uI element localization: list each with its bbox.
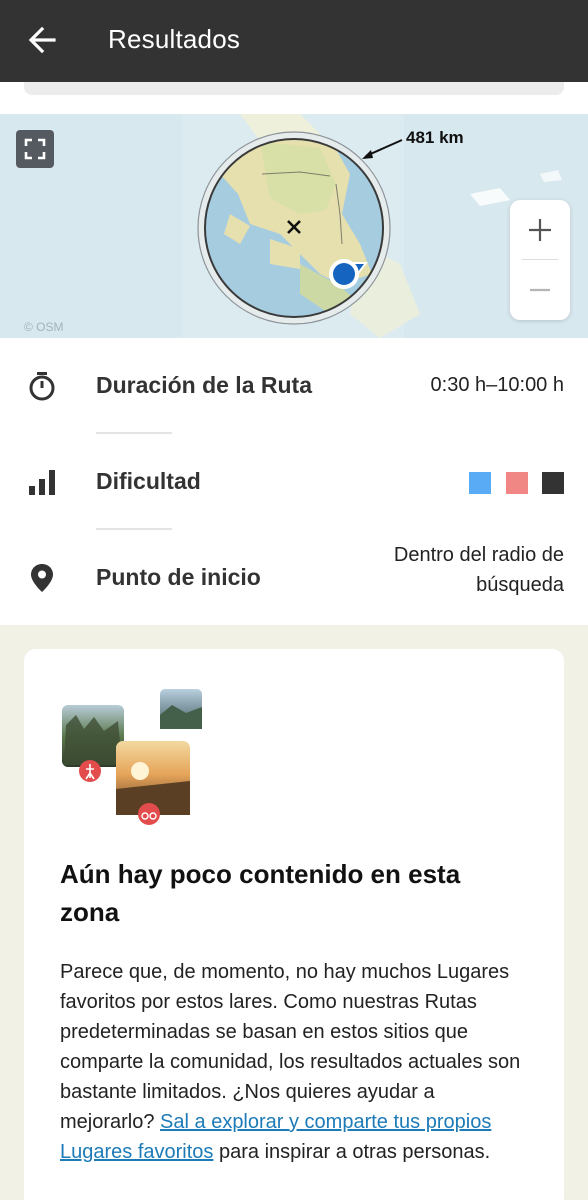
map-view[interactable]: 481 km © OSM [0,114,588,338]
start-point-label: Punto de inicio [96,564,261,590]
back-button[interactable] [24,22,60,58]
start-point-value-line2: búsqueda [476,574,564,596]
difficulty-label: Dificultad [96,468,201,494]
bike-badge-icon [138,803,160,825]
start-point-value-line1: Dentro del radio de [393,544,564,566]
zoom-in-button[interactable] [510,200,570,260]
signal-bars-icon [29,470,55,495]
difficulty-moderate-swatch [506,472,528,494]
start-point-row[interactable]: Punto de inicio Dentro del radio de búsq… [0,530,588,626]
difficulty-row[interactable]: Dificultad [0,434,588,530]
photo-collage-illustration [62,689,202,825]
minus-icon [530,288,550,292]
notice-title: Aún hay poco contenido en esta zona [60,859,461,927]
search-summary-strip [0,82,588,114]
map-attribution[interactable]: © OSM [24,320,64,334]
page-title: Resultados [108,24,241,54]
duration-value: 0:30 h–10:00 h [430,374,564,396]
notice-body-end: para inspirar a otras personas. [213,1141,491,1163]
low-content-card: Aún hay poco contenido en esta zona Pare… [24,649,564,1200]
app-bar: Resultados [0,0,588,82]
map-canvas [0,114,588,338]
pin-icon [31,564,53,592]
zoom-controls [510,200,570,320]
duration-row[interactable]: Duración de la Ruta 0:30 h–10:00 h [0,338,588,434]
difficulty-easy-swatch [469,472,491,494]
plus-icon [529,219,551,241]
stopwatch-icon [29,372,55,401]
search-card-edge [24,82,564,95]
notice-body: Parece que, de momento, no hay muchos Lu… [60,957,530,1167]
notice-body-text: Parece que, de momento, no hay muchos Lu… [60,961,521,1133]
arrow-back-icon [28,26,56,54]
start-point-value: Dentro del radio de búsqueda [344,540,564,600]
zoom-out-button[interactable] [510,260,570,320]
route-filters: Duración de la Ruta 0:30 h–10:00 h Dific… [0,338,588,625]
difficulty-difficult-swatch [542,472,564,494]
duration-label: Duración de la Ruta [96,372,312,398]
radius-label: 481 km [406,128,464,147]
fullscreen-icon [24,138,46,160]
fullscreen-button[interactable] [16,130,54,168]
